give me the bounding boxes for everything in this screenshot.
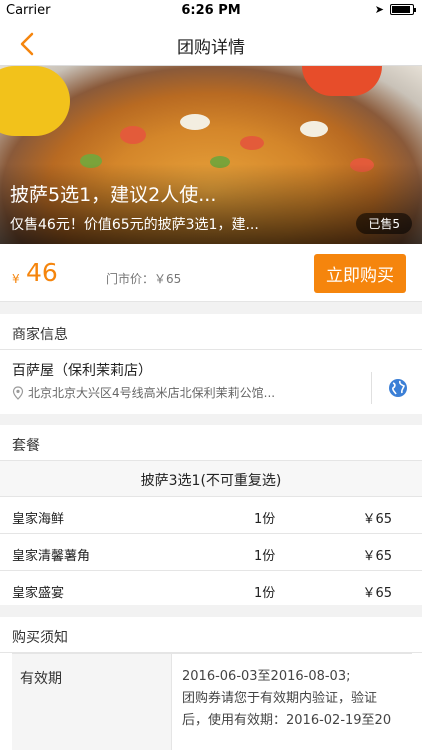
pepper-decoration	[0, 66, 70, 136]
location-arrow-icon: ➤	[374, 3, 384, 16]
item-name: 皇家海鲜	[12, 512, 65, 527]
globe-icon[interactable]	[388, 378, 408, 398]
location-pin-icon	[12, 385, 24, 400]
table-row: 皇家盛宴 1份 ￥65	[0, 571, 422, 608]
buy-now-button[interactable]: 立即购买	[314, 254, 406, 293]
item-price: ￥65	[362, 549, 392, 564]
merchant-name[interactable]: 百萨屋（保利茉莉店）	[12, 360, 152, 380]
purchase-notice-section: 购买须知 有效期 2016-06-03至2016-08-03; 团购券请您于有效…	[0, 617, 422, 750]
item-price: ￥65	[362, 512, 392, 527]
deal-subtitle: 仅售46元！价值65元的披萨3选1，建...	[10, 217, 259, 233]
item-name: 皇家清馨薯角	[12, 549, 91, 564]
clock: 6:26 PM	[181, 3, 241, 18]
status-bar: Carrier 6:26 PM ➤	[0, 0, 422, 22]
validity-line: 2016-06-03至2016-08-03;	[182, 669, 351, 684]
deal-price: 46	[26, 258, 58, 287]
price-bar: ¥ 46 门市价：￥65 立即购买	[0, 244, 422, 302]
validity-label: 有效期	[12, 654, 172, 750]
merchant-section: 商家信息 百萨屋（保利茉莉店） 北京北京大兴区4号线高米店北保利茉莉公馆...	[0, 314, 422, 414]
pepper-decoration	[302, 66, 382, 96]
deal-title: 披萨5选1，建议2人使...	[10, 184, 217, 206]
purchase-notice-header: 购买须知	[0, 617, 422, 653]
validity-line: 团购券请您于有效期内验证，验证	[182, 691, 378, 706]
package-title: 披萨3选1(不可重复选)	[0, 461, 422, 497]
market-price: 门市价：￥65	[106, 272, 182, 286]
item-price: ￥65	[362, 586, 392, 601]
merchant-header: 商家信息	[0, 314, 422, 350]
table-row: 皇家清馨薯角 1份 ￥65	[0, 534, 422, 571]
table-row: 皇家海鲜 1份 ￥65	[0, 497, 422, 534]
deal-hero-image: 披萨5选1，建议2人使... 仅售46元！价值65元的披萨3选1，建... 已售…	[0, 66, 422, 244]
divider	[371, 372, 372, 404]
item-quantity: 1份	[254, 512, 276, 527]
item-name: 皇家盛宴	[12, 586, 65, 601]
currency-symbol: ¥	[12, 272, 20, 286]
item-quantity: 1份	[254, 549, 276, 564]
package-section: 套餐 披萨3选1(不可重复选) 皇家海鲜 1份 ￥65 皇家清馨薯角 1份 ￥6…	[0, 425, 422, 605]
page-title: 团购详情	[177, 38, 245, 58]
merchant-address[interactable]: 北京北京大兴区4号线高米店北保利茉莉公馆...	[12, 384, 275, 401]
package-header: 套餐	[0, 425, 422, 461]
navigation-bar: 团购详情	[0, 22, 422, 66]
validity-line: 后，使用有效期：2016-02-19至20	[182, 713, 392, 728]
validity-text: 2016-06-03至2016-08-03; 团购券请您于有效期内验证，验证 后…	[182, 654, 412, 744]
merchant-address-text: 北京北京大兴区4号线高米店北保利茉莉公馆...	[28, 386, 276, 400]
notice-table: 有效期 2016-06-03至2016-08-03; 团购券请您于有效期内验证，…	[12, 653, 412, 750]
item-quantity: 1份	[254, 586, 276, 601]
status-icons: ➤	[374, 3, 416, 16]
battery-icon	[390, 4, 416, 15]
sold-count-badge: 已售5	[356, 213, 412, 234]
